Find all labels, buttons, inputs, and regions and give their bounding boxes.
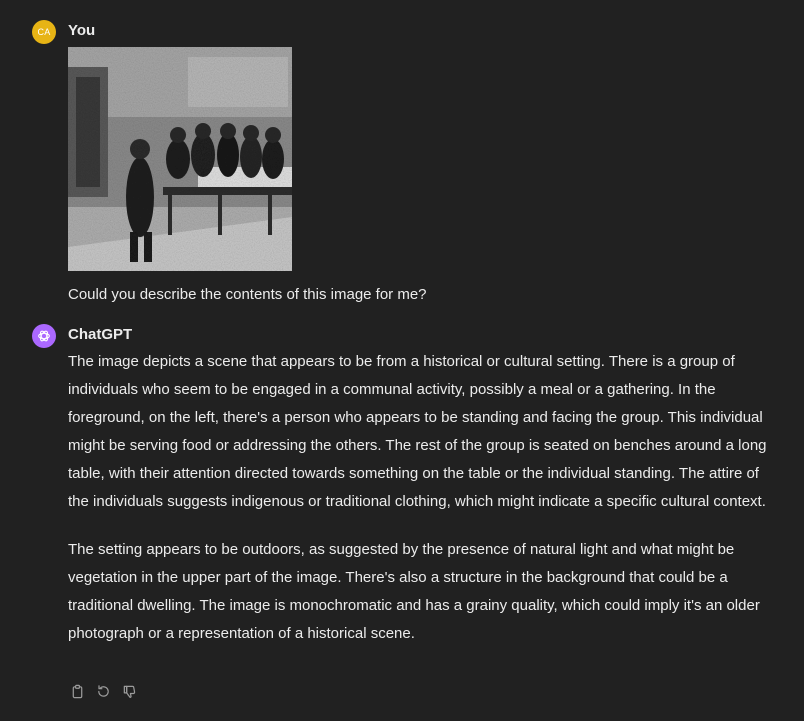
chat-thread: CA You Could you describe the contents o… [0,0,804,721]
attached-image[interactable] [68,47,292,271]
user-message-text: Could you describe the contents of this … [68,286,427,303]
assistant-paragraph: The image depicts a scene that appears t… [68,353,767,510]
assistant-paragraph: The setting appears to be outdoors, as s… [68,541,760,642]
openai-logo-icon [38,330,50,342]
regenerate-button[interactable] [94,682,112,700]
assistant-message-body: The image depicts a scene that appears t… [68,348,768,668]
assistant-author-name: ChatGPT [68,326,133,343]
user-avatar: CA [32,20,56,44]
regenerate-icon [97,684,109,697]
attached-image-picture [68,47,292,271]
thumbs-down-icon [123,685,135,698]
user-avatar-initials: CA [37,27,51,37]
assistant-avatar [32,324,56,348]
message-actions [68,682,138,700]
thumbs-down-button[interactable] [120,682,138,700]
user-author-name: You [68,22,96,39]
copy-icon [72,684,82,698]
copy-button[interactable] [68,682,86,700]
